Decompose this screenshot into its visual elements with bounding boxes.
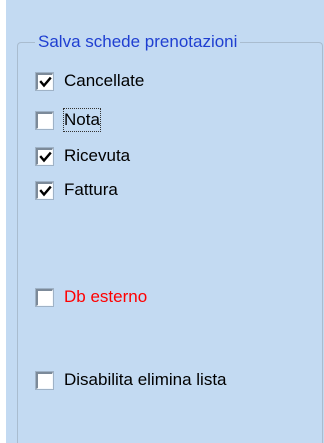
checkbox-box[interactable] <box>36 288 53 306</box>
options-panel: Salva schede prenotazioni Cancellate Not… <box>6 0 324 443</box>
checkbox-fattura[interactable]: Fattura <box>36 177 118 203</box>
checkbox-box[interactable] <box>36 72 53 90</box>
checkbox-label: Nota <box>63 108 101 132</box>
checkbox-label: Cancellate <box>64 71 145 90</box>
checkbox-box[interactable] <box>36 147 53 165</box>
checkbox-box[interactable] <box>36 181 53 199</box>
checkmark-icon <box>39 185 52 196</box>
checkbox-nota[interactable]: Nota <box>36 107 101 133</box>
checkbox-label: Disabilita elimina lista <box>64 370 227 389</box>
groupbox-title: Salva schede prenotazioni <box>35 30 241 54</box>
checkmark-icon <box>39 151 52 162</box>
checkbox-box[interactable] <box>36 111 53 129</box>
checkbox-label: Ricevuta <box>64 146 131 165</box>
checkbox-ricevuta[interactable]: Ricevuta <box>36 143 130 169</box>
checkbox-disabilita-elimina-lista[interactable]: Disabilita elimina lista <box>36 367 227 393</box>
checkbox-label: Db esterno <box>64 287 148 306</box>
checkmark-icon <box>39 76 52 87</box>
checkbox-db-esterno[interactable]: Db esterno <box>36 284 147 310</box>
checkbox-box[interactable] <box>36 371 53 389</box>
checkbox-cancellate[interactable]: Cancellate <box>36 68 144 94</box>
checkbox-label: Fattura <box>64 180 118 199</box>
